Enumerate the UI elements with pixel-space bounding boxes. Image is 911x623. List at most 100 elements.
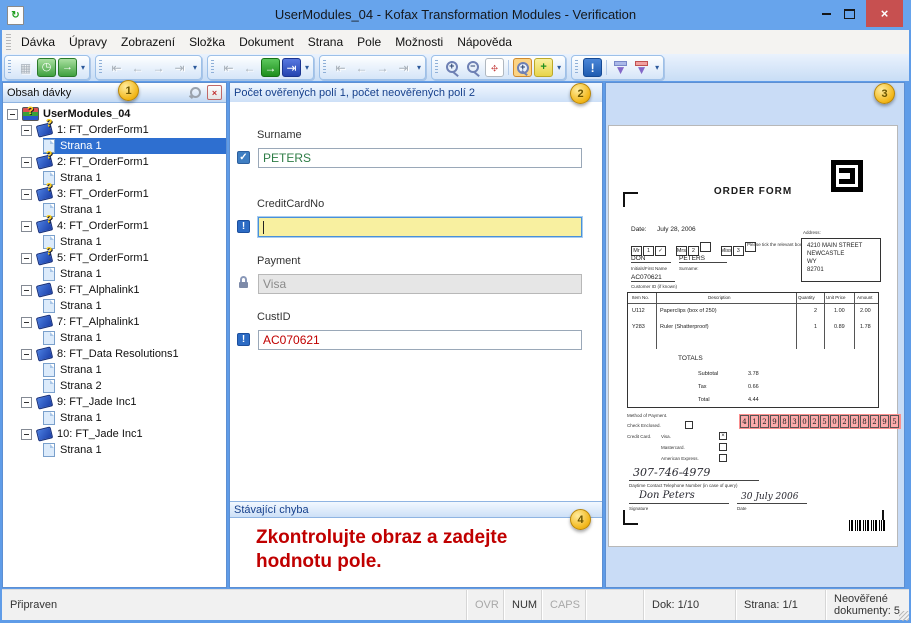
tree-root[interactable]: UserModules_04 bbox=[3, 106, 226, 122]
page-name: Strana 1 bbox=[60, 364, 102, 376]
last-folder-icon[interactable]: ⇥ bbox=[170, 58, 189, 77]
previous-page-icon[interactable]: ← bbox=[352, 58, 371, 77]
collapse-toggle[interactable] bbox=[21, 429, 32, 440]
close-batch-icon[interactable]: → bbox=[58, 58, 77, 77]
tree-page[interactable]: Strana 1 bbox=[3, 138, 226, 154]
collapse-toggle[interactable] bbox=[21, 253, 32, 264]
next-folder-icon[interactable]: → bbox=[149, 58, 168, 77]
zoom-out-icon[interactable]: − bbox=[464, 58, 483, 77]
toolbar-grip[interactable] bbox=[323, 60, 326, 75]
last-document-icon[interactable]: ⇥ bbox=[282, 58, 301, 77]
collapse-toggle[interactable] bbox=[21, 397, 32, 408]
toolbar-grip[interactable] bbox=[8, 60, 11, 75]
next-document-icon[interactable]: → bbox=[261, 58, 280, 77]
tree-page[interactable]: Strana 1 bbox=[3, 298, 226, 314]
tree-page[interactable]: Strana 1 bbox=[3, 330, 226, 346]
document-icon bbox=[36, 394, 53, 409]
tree-document[interactable]: 10: FT_Jade Inc1 bbox=[3, 426, 226, 442]
menu-item[interactable]: Strana bbox=[301, 32, 350, 52]
tree-page[interactable]: Strana 1 bbox=[3, 170, 226, 186]
toolbar-grip[interactable] bbox=[575, 60, 578, 75]
force-valid-field-icon[interactable]: ▼ bbox=[611, 58, 630, 77]
tree-document[interactable]: 4: FT_OrderForm1 bbox=[3, 218, 226, 234]
tree-page[interactable]: Strana 1 bbox=[3, 362, 226, 378]
first-folder-icon[interactable]: ⇤ bbox=[107, 58, 126, 77]
status-num: NUM bbox=[503, 590, 541, 620]
toolbar-overflow-icon[interactable]: ▾ bbox=[193, 63, 197, 72]
collapse-toggle[interactable] bbox=[21, 317, 32, 328]
collapse-toggle[interactable] bbox=[21, 221, 32, 232]
tree-document[interactable]: 1: FT_OrderForm1 bbox=[3, 122, 226, 138]
tree-page[interactable]: Strana 1 bbox=[3, 234, 226, 250]
menu-item[interactable]: Zobrazení bbox=[114, 32, 182, 52]
menu-item[interactable]: Pole bbox=[350, 32, 388, 52]
minimize-button[interactable] bbox=[819, 0, 833, 27]
unverified-document-icon bbox=[36, 250, 53, 265]
collapse-toggle[interactable] bbox=[7, 109, 18, 120]
tree-document[interactable]: 6: FT_Alphalink1 bbox=[3, 282, 226, 298]
document-viewer-panel: ORDER FORM Date: July 28, 2006 Mr1✓ Mrs2… bbox=[605, 82, 905, 588]
collapse-toggle[interactable] bbox=[21, 189, 32, 200]
unverified-document-icon bbox=[36, 218, 53, 233]
toolbar-overflow-icon[interactable]: ▾ bbox=[305, 63, 309, 72]
unverified-document-icon bbox=[36, 122, 53, 137]
close-button[interactable]: × bbox=[866, 0, 903, 27]
status-unverified-count: Neověřenédokumenty: 5 bbox=[825, 590, 909, 620]
zoom-in-icon[interactable]: + bbox=[443, 58, 462, 77]
tree-page[interactable]: Strana 1 bbox=[3, 202, 226, 218]
previous-document-icon[interactable]: ← bbox=[240, 58, 259, 77]
address-box: 4210 MAIN STREETNEWCASTLEWY82701 bbox=[801, 238, 881, 282]
next-page-icon[interactable]: → bbox=[373, 58, 392, 77]
tree-document[interactable]: 9: FT_Jade Inc1 bbox=[3, 394, 226, 410]
toolbar-overflow-icon[interactable]: ▾ bbox=[557, 63, 561, 72]
force-valid-document-icon[interactable]: ▼ bbox=[632, 58, 651, 77]
fit-image-icon[interactable]: ↔ bbox=[485, 58, 504, 77]
surname-field[interactable] bbox=[258, 148, 582, 168]
toolbar-grip[interactable] bbox=[99, 60, 102, 75]
salutation-checkbox bbox=[700, 242, 711, 252]
maximize-button[interactable] bbox=[841, 0, 857, 27]
toolbar-grip[interactable] bbox=[211, 60, 214, 75]
collapse-toggle[interactable] bbox=[21, 157, 32, 168]
document-icon bbox=[36, 314, 53, 329]
menu-item[interactable]: Úpravy bbox=[62, 32, 114, 52]
scanned-document-image[interactable]: ORDER FORM Date: July 28, 2006 Mr1✓ Mrs2… bbox=[609, 126, 897, 546]
collapse-toggle[interactable] bbox=[21, 349, 32, 360]
auto-hide-pin-icon[interactable] bbox=[190, 87, 201, 98]
menu-item[interactable]: Nápověda bbox=[450, 32, 519, 52]
previous-folder-icon[interactable]: ← bbox=[128, 58, 147, 77]
tree-document[interactable]: 2: FT_OrderForm1 bbox=[3, 154, 226, 170]
toolbar-overflow-icon[interactable]: ▾ bbox=[417, 63, 421, 72]
toolbar-grip[interactable] bbox=[435, 60, 438, 75]
last-page-icon[interactable]: ⇥ bbox=[394, 58, 413, 77]
problem-icon[interactable]: ! bbox=[583, 58, 602, 77]
first-page-icon[interactable]: ⇤ bbox=[331, 58, 350, 77]
tree-document[interactable]: 7: FT_Alphalink1 bbox=[3, 314, 226, 330]
suspend-batch-icon[interactable]: ◷ bbox=[37, 58, 56, 77]
resize-grip[interactable] bbox=[899, 611, 909, 621]
collapse-toggle[interactable] bbox=[21, 125, 32, 136]
menu-item[interactable]: Složka bbox=[182, 32, 232, 52]
total-label: Total bbox=[698, 397, 710, 403]
collapse-toggle[interactable] bbox=[21, 285, 32, 296]
zoom-selection-icon[interactable]: + bbox=[513, 58, 532, 77]
creditcardno-field[interactable] bbox=[258, 217, 582, 237]
add-note-icon[interactable]: + bbox=[534, 58, 553, 77]
menu-item[interactable]: Možnosti bbox=[388, 32, 450, 52]
tree-page[interactable]: Strana 2 bbox=[3, 378, 226, 394]
custid-field[interactable] bbox=[258, 330, 582, 350]
menu-item[interactable]: Dokument bbox=[232, 32, 301, 52]
toolbar-overflow-icon[interactable]: ▾ bbox=[81, 63, 85, 72]
tree-document[interactable]: 5: FT_OrderForm1 bbox=[3, 250, 226, 266]
tree-document[interactable]: 8: FT_Data Resolutions1 bbox=[3, 346, 226, 362]
toolbar-overflow-icon[interactable]: ▾ bbox=[655, 63, 659, 72]
tree-document[interactable]: 3: FT_OrderForm1 bbox=[3, 186, 226, 202]
panel-close-icon[interactable]: × bbox=[207, 85, 222, 100]
menu-item[interactable]: Dávka bbox=[14, 32, 62, 52]
open-batch-icon[interactable]: ▦ bbox=[16, 58, 35, 77]
document-name: 4: FT_OrderForm1 bbox=[57, 220, 149, 232]
tree-page[interactable]: Strana 1 bbox=[3, 266, 226, 282]
tree-page[interactable]: Strana 1 bbox=[3, 442, 226, 458]
first-document-icon[interactable]: ⇤ bbox=[219, 58, 238, 77]
tree-page[interactable]: Strana 1 bbox=[3, 410, 226, 426]
